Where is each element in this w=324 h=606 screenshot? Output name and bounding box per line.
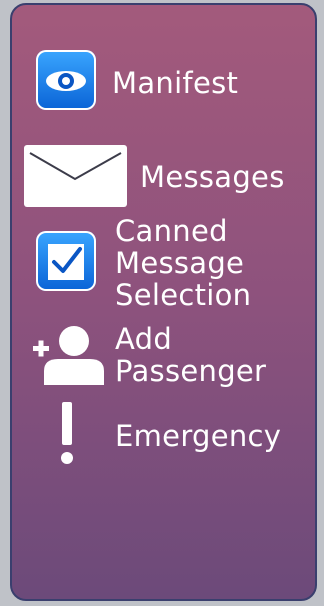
menu-item-canned-label-line3: Selection: [115, 278, 252, 312]
menu-item-emergency[interactable]: Emergency: [12, 402, 315, 468]
menu-item-add-passenger-line1: Add: [115, 322, 173, 356]
menu-item-add-passenger[interactable]: Add Passenger: [12, 323, 315, 393]
envelope-icon: [24, 145, 127, 207]
menu-item-canned-label-block: Canned Message Selection: [115, 215, 251, 311]
eye-icon: [36, 50, 96, 110]
menu-item-messages-label: Messages: [140, 160, 285, 194]
menu-item-canned-message-selection[interactable]: Canned Message Selection: [12, 213, 315, 313]
menu-item-canned-label-line2: Message: [115, 246, 245, 280]
menu-item-canned-label-line1: Canned: [115, 214, 228, 248]
add-person-icon: [31, 323, 109, 389]
menu-item-add-passenger-line2: Passenger: [115, 354, 267, 388]
checkbox-icon: [36, 231, 96, 291]
menu-item-emergency-label: Emergency: [115, 419, 282, 453]
exclamation-icon: [58, 402, 78, 466]
menu-item-manifest[interactable]: Manifest: [12, 50, 315, 114]
menu-panel: Manifest Messages Canned Message Selecti…: [10, 3, 317, 601]
menu-item-add-passenger-label-block: Add Passenger: [115, 323, 266, 387]
menu-item-messages[interactable]: Messages: [12, 145, 315, 209]
menu-item-manifest-label: Manifest: [112, 66, 239, 100]
